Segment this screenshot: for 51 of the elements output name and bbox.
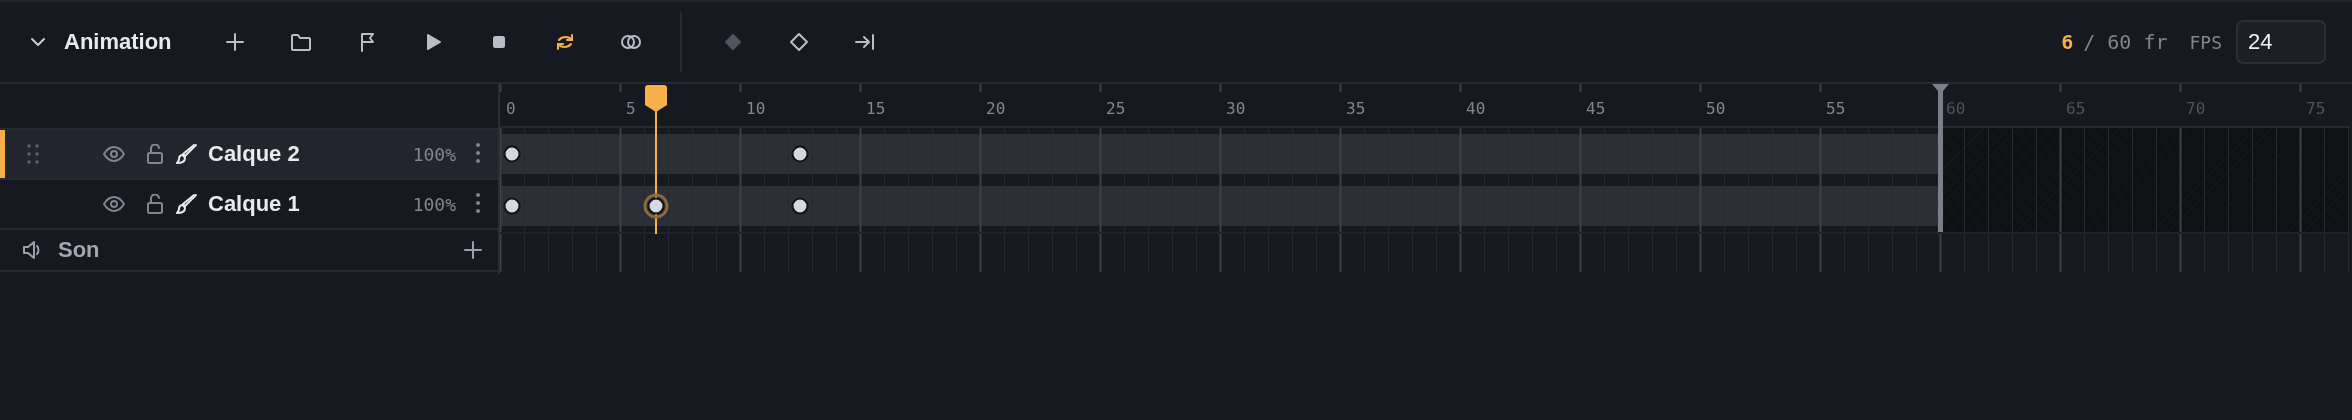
eye-icon[interactable] <box>102 145 126 163</box>
fps-label: FPS <box>2189 31 2222 53</box>
ruler-label: 35 <box>1346 99 1366 118</box>
layer-name: Calque 2 <box>208 141 301 167</box>
layer-opacity: 100% <box>412 143 456 165</box>
ruler-label: 75 <box>2306 99 2326 118</box>
plus-icon <box>223 31 246 53</box>
ruler-label: 15 <box>866 99 886 118</box>
ruler-label: 30 <box>1226 99 1246 118</box>
ruler-label: 55 <box>1826 99 1846 118</box>
keyframe[interactable] <box>503 197 521 215</box>
ruler-label: 60 <box>1946 99 1966 118</box>
end-marker[interactable] <box>1932 84 1949 232</box>
ruler-label: 25 <box>1106 99 1126 118</box>
folder-icon <box>289 31 312 53</box>
kebab-icon <box>475 192 481 214</box>
ruler-label: 10 <box>746 99 766 118</box>
kebab-icon <box>475 142 481 164</box>
ruler-label: 50 <box>1706 99 1726 118</box>
unlock-icon[interactable] <box>146 194 164 214</box>
brush-icon <box>176 193 198 215</box>
layer-opacity: 100% <box>412 193 456 215</box>
keyframe[interactable] <box>503 145 521 163</box>
ruler-label: 0 <box>506 99 516 118</box>
diamond-icon <box>787 31 810 53</box>
add-sound-button[interactable] <box>462 239 484 261</box>
ruler-label: 40 <box>1466 99 1486 118</box>
ruler-label: 70 <box>2186 99 2206 118</box>
ruler-label: 45 <box>1586 99 1606 118</box>
total-frames: / 60 fr <box>2083 30 2168 54</box>
keyframe[interactable] <box>643 193 669 219</box>
ruler-label: 5 <box>626 99 636 118</box>
fps-input[interactable]: 24 <box>2236 20 2326 64</box>
keyframe[interactable] <box>791 145 809 163</box>
playhead[interactable] <box>645 85 667 235</box>
layer-row[interactable]: Calque 1 100% <box>0 178 498 228</box>
layer-row[interactable]: Calque 2 100% <box>0 128 498 178</box>
selection-indicator <box>0 130 5 178</box>
layer-name: Calque 1 <box>208 191 301 217</box>
panel-title: Animation <box>64 29 172 55</box>
unlock-icon[interactable] <box>146 144 164 164</box>
current-frame: 6 <box>2061 30 2074 54</box>
arrow-to-bar-icon <box>853 31 876 53</box>
ruler-label: 20 <box>986 99 1006 118</box>
ruler-label: 65 <box>2066 99 2086 118</box>
keyframe[interactable] <box>791 197 809 215</box>
brush-icon <box>176 143 198 165</box>
eye-icon[interactable] <box>102 195 126 213</box>
plus-icon <box>462 239 484 261</box>
drag-handle-icon[interactable] <box>26 143 40 165</box>
sound-track-label: Son <box>58 237 101 263</box>
